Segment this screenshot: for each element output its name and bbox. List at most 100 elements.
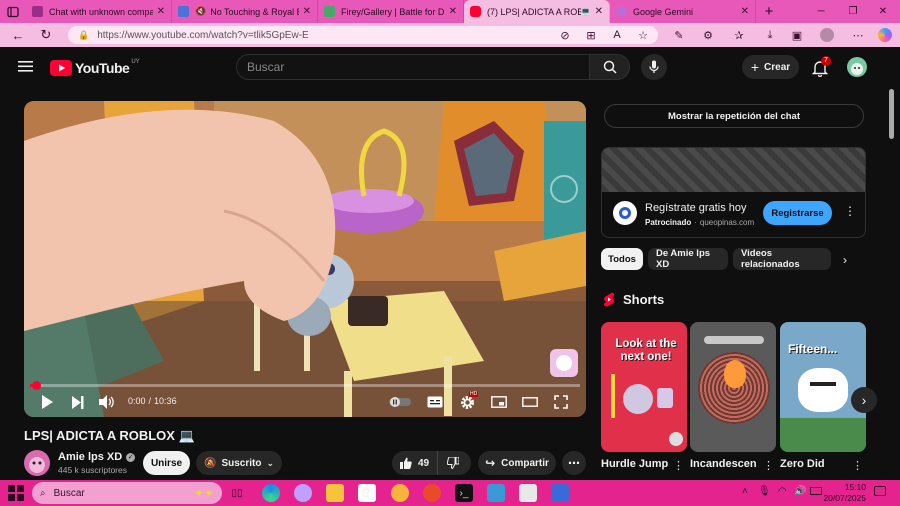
progress-scrubber[interactable]	[31, 381, 41, 390]
more-actions-button[interactable]: ⋯	[562, 451, 586, 475]
vpn-icon[interactable]: ⊘	[557, 27, 573, 43]
taskbar-search-box[interactable]: ⌕ Buscar ✦✦	[32, 482, 222, 504]
close-window-button[interactable]: ✕	[868, 0, 898, 23]
fullscreen-button[interactable]	[552, 393, 570, 411]
tab-close-icon[interactable]: ✕	[449, 6, 457, 17]
volume-button[interactable]	[98, 393, 116, 411]
chip-from-channel[interactable]: De Amie lps XD	[648, 248, 728, 270]
tab-close-icon[interactable]: ✕	[741, 6, 749, 17]
profile-icon[interactable]	[819, 27, 835, 43]
sponsored-ad-card[interactable]: Regístrate gratis hoy Patrocinado · queo…	[601, 147, 866, 238]
file-explorer-icon[interactable]	[326, 484, 344, 502]
app-icon[interactable]	[487, 484, 505, 502]
favorite-star-icon[interactable]: ☆	[635, 27, 651, 43]
create-button[interactable]: + Crear	[742, 55, 799, 79]
task-view-icon[interactable]: ▯▯	[228, 484, 246, 502]
ad-cta-button[interactable]: Registrarse	[763, 201, 832, 225]
app-icon[interactable]	[519, 484, 537, 502]
notifications-button[interactable]: 7	[810, 56, 831, 78]
edge-app-icon[interactable]	[262, 484, 280, 502]
next-button[interactable]	[68, 393, 86, 411]
collections-icon[interactable]: ▣	[789, 27, 805, 43]
settings-button[interactable]: HD	[458, 391, 479, 411]
browser-tab[interactable]: Chat with unknown company ✕	[26, 0, 172, 23]
downloads-icon[interactable]: ⤓	[762, 27, 778, 43]
chip-related[interactable]: Videos relacionados	[733, 248, 831, 270]
tray-chevron-icon[interactable]: ˄	[742, 486, 748, 497]
clock[interactable]: 15:10 20/07/2025	[822, 482, 866, 504]
notification-center-icon[interactable]	[874, 486, 886, 496]
read-aloud-icon[interactable]: A	[609, 27, 625, 43]
extensions-icon[interactable]: ⚙	[700, 27, 716, 43]
search-button[interactable]	[589, 54, 630, 80]
store-icon[interactable]: 🛍	[358, 484, 376, 502]
speaker-icon[interactable]: 🔊	[794, 486, 806, 497]
video-player[interactable]: 0:00 / 10:36 HD	[24, 101, 586, 417]
browser-tab[interactable]: 🔇 No Touching & Royal Bo ✕	[172, 0, 318, 23]
short-menu-icon[interactable]: ⋮	[763, 459, 774, 472]
minimize-button[interactable]: ─	[806, 0, 836, 23]
channel-name-row[interactable]: Amie lps XD ✓	[58, 451, 136, 463]
app-icon[interactable]	[423, 484, 441, 502]
account-avatar[interactable]	[847, 57, 867, 77]
short-thumbnail[interactable]: Fifteen...	[780, 322, 866, 452]
miniplayer-button[interactable]	[490, 393, 508, 411]
reload-button[interactable]: ↻	[32, 23, 60, 47]
theater-mode-button[interactable]	[521, 393, 539, 411]
terminal-icon[interactable]: ›_	[455, 484, 473, 502]
ad-menu-icon[interactable]: ⋮	[844, 204, 856, 218]
browser-tab[interactable]: Google Gemini ✕	[610, 0, 756, 23]
youtube-logo[interactable]: YouTube UY	[50, 59, 140, 77]
join-button[interactable]: Unirse	[143, 451, 190, 475]
tab-close-icon[interactable]: ✕	[157, 6, 165, 17]
hamburger-menu-icon[interactable]	[18, 58, 34, 74]
play-button[interactable]	[38, 393, 56, 411]
back-button[interactable]: ←	[4, 23, 32, 47]
copilot-icon[interactable]	[877, 27, 893, 43]
pen-icon[interactable]: ✎	[671, 27, 687, 43]
tab-close-icon[interactable]: ✕	[595, 6, 603, 17]
short-menu-icon[interactable]: ⋮	[673, 459, 684, 472]
chip-all[interactable]: Todos	[601, 248, 643, 270]
start-button[interactable]	[8, 485, 24, 501]
maximize-button[interactable]: ❐	[838, 0, 868, 23]
browser-tab[interactable]: Firey/Gallery | Battle for Drea ✕	[318, 0, 464, 23]
progress-bar-track[interactable]	[30, 381, 580, 390]
show-chat-replay-button[interactable]: Mostrar la repetición del chat	[604, 104, 864, 128]
short-title[interactable]: Incandescen	[690, 458, 756, 470]
subscribed-button[interactable]: 🔕 Suscrito ⌄	[196, 451, 282, 475]
short-thumbnail[interactable]	[690, 322, 776, 452]
dislike-button[interactable]	[438, 451, 468, 475]
autoplay-toggle[interactable]	[388, 395, 412, 409]
channel-avatar[interactable]	[24, 450, 50, 476]
muted-speaker-icon[interactable]: 🔇	[195, 6, 206, 17]
search-input[interactable]: Buscar	[236, 54, 590, 80]
browser-tab-active[interactable]: (7) LPS| ADICTA A ROBLOX 💻 ✕	[464, 0, 610, 23]
subtitles-button[interactable]	[426, 393, 444, 411]
voice-search-button[interactable]	[641, 54, 667, 80]
short-title[interactable]: Zero Did	[780, 458, 846, 470]
tab-close-icon[interactable]: ✕	[303, 6, 311, 17]
microphone-tray-icon[interactable]: 🎙	[758, 486, 771, 497]
weather-icon[interactable]	[391, 484, 409, 502]
page-scrollbar[interactable]	[889, 89, 894, 139]
battery-icon[interactable]	[810, 487, 822, 495]
chips-next-arrow-icon[interactable]: ›	[843, 253, 847, 267]
shorts-next-button[interactable]: ›	[851, 387, 877, 413]
short-thumbnail[interactable]: Look at the next one!	[601, 322, 687, 452]
new-tab-button[interactable]: +	[756, 3, 782, 20]
like-button[interactable]: 49	[392, 451, 438, 475]
app-available-icon[interactable]: ⊞	[583, 27, 599, 43]
more-menu-icon[interactable]: ⋯	[850, 27, 866, 43]
tab-actions-icon[interactable]	[0, 0, 26, 23]
plus-icon: +	[750, 59, 760, 75]
short-menu-icon[interactable]: ⋮	[852, 459, 863, 472]
share-button[interactable]: ↪ Compartir	[478, 451, 556, 475]
app-icon[interactable]	[294, 484, 312, 502]
time-total: 10:36	[154, 396, 177, 406]
short-title[interactable]: Hurdle Jump	[601, 458, 671, 470]
wifi-icon[interactable]: ◠	[778, 486, 787, 497]
channel-name[interactable]: Amie lps XD	[58, 451, 122, 463]
app-icon[interactable]	[551, 484, 569, 502]
favorites-icon[interactable]: ✰	[731, 27, 747, 43]
